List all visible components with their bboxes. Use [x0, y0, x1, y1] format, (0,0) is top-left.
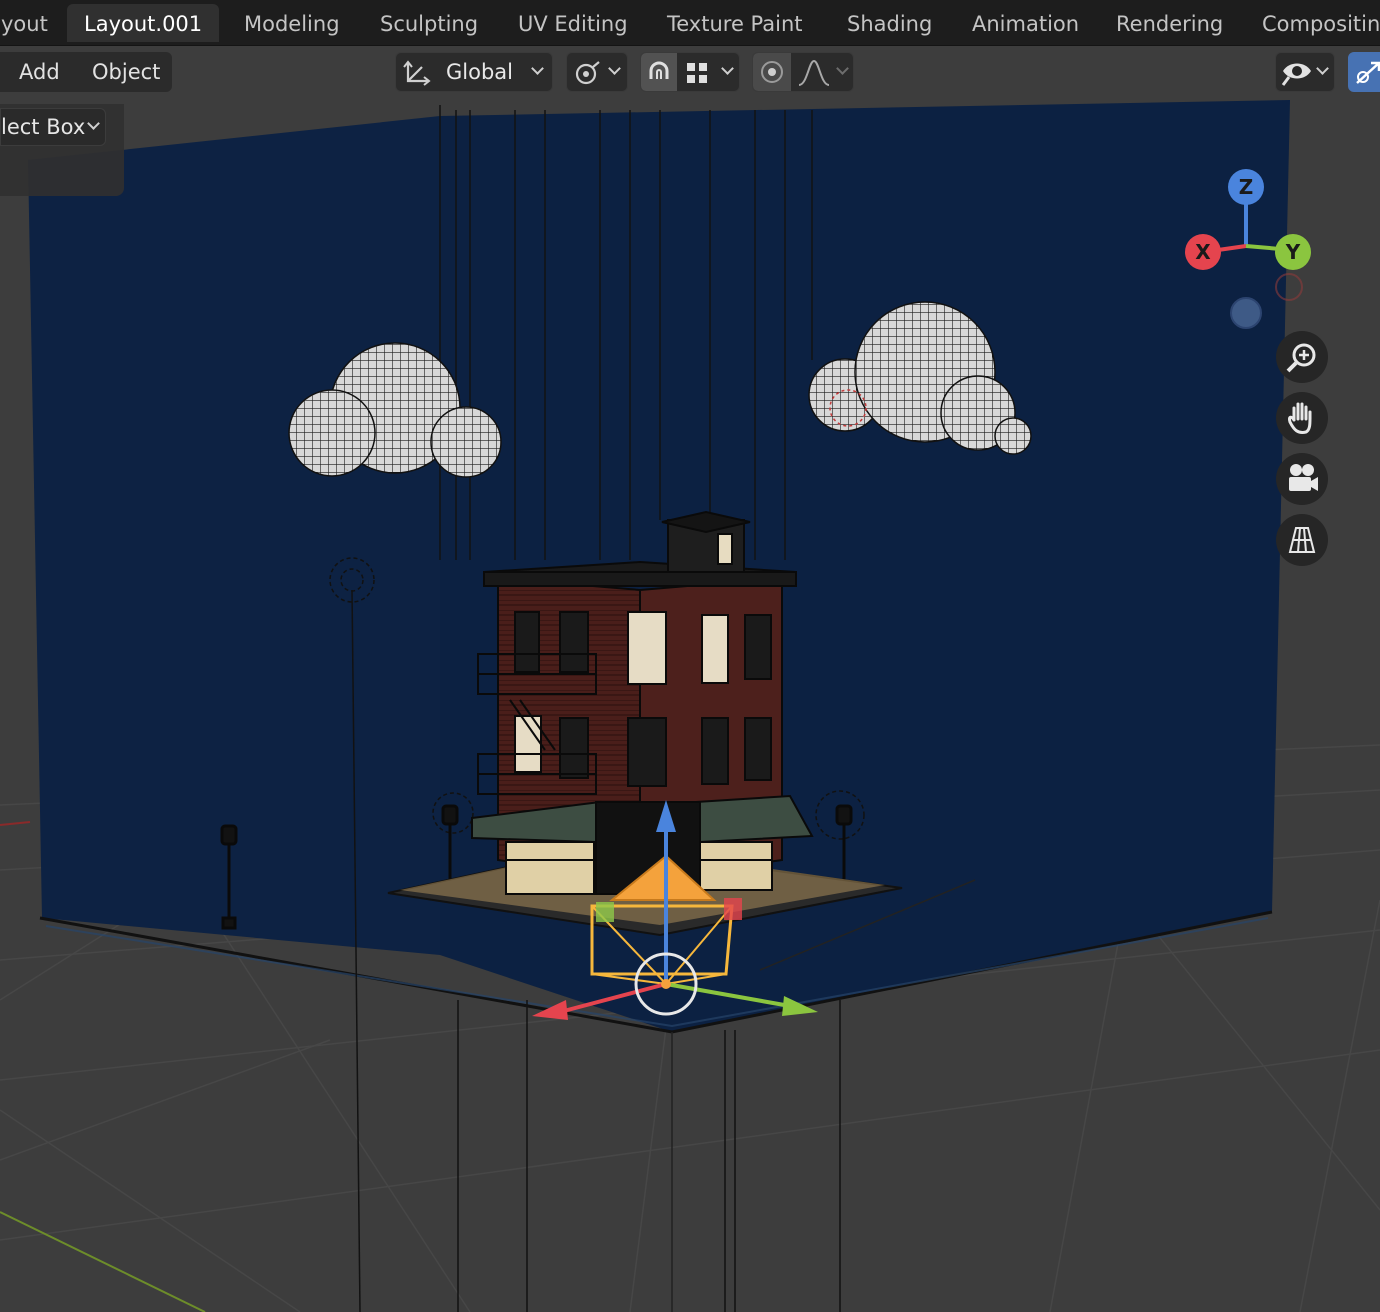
zoom-icon: [1286, 343, 1316, 373]
chevron-down-icon: [721, 62, 734, 75]
object-menu[interactable]: Object: [78, 53, 174, 91]
chevron-down-icon: [836, 62, 849, 75]
add-menu[interactable]: Add: [5, 53, 74, 91]
gizmo-toggle-button[interactable]: [1348, 52, 1380, 92]
falloff-curve-icon[interactable]: [797, 59, 831, 87]
orientation-label: Global: [446, 60, 513, 84]
tab-rendering[interactable]: Rendering: [1099, 4, 1240, 42]
chevron-down-icon: [1316, 62, 1329, 75]
camera-icon: [1289, 464, 1318, 491]
select-mode-label: lect Box: [1, 115, 86, 139]
gizmo-neg-z-axis[interactable]: [1230, 297, 1262, 329]
scene-render: [0, 100, 1380, 1312]
tab-layout[interactable]: yout: [0, 4, 65, 42]
3d-viewport[interactable]: Add Object Global lect Box Z X Y: [0, 47, 1380, 1312]
chevron-down-icon: [608, 62, 621, 75]
hand-icon: [1288, 402, 1312, 434]
pan-button[interactable]: [1276, 392, 1328, 444]
tab-modeling[interactable]: Modeling: [227, 4, 357, 42]
proportional-edit-icon: [761, 61, 783, 83]
building: [471, 510, 814, 895]
eye-visibility-icon: [1281, 63, 1311, 86]
tab-layout-001[interactable]: Layout.001: [67, 4, 220, 42]
snap-increment-icon[interactable]: [685, 61, 711, 85]
grid-perspective-icon: [1288, 527, 1316, 553]
tab-shading[interactable]: Shading: [830, 4, 949, 42]
proportional-toggle[interactable]: [753, 53, 791, 91]
chevron-down-icon: [531, 62, 544, 75]
pivot-dropdown[interactable]: [566, 52, 628, 92]
tab-texture-paint[interactable]: Texture Paint: [650, 4, 820, 42]
proportional-group: [752, 52, 854, 92]
gizmo-toggle-icon: [1356, 61, 1380, 84]
gizmo-z-axis[interactable]: Z: [1228, 169, 1264, 205]
snap-magnet-icon: [649, 61, 669, 79]
viewport-header: Add Object Global: [0, 47, 1380, 97]
workspace-tabs: yout Layout.001 Modeling Sculpting UV Ed…: [0, 0, 1380, 46]
tab-animation[interactable]: Animation: [955, 4, 1096, 42]
gizmo-y-axis[interactable]: Y: [1275, 234, 1311, 270]
chevron-down-icon: [87, 117, 100, 130]
tab-compositing[interactable]: Compositin: [1245, 4, 1380, 42]
x-axis-line: [0, 821, 31, 826]
gizmo-x-axis[interactable]: X: [1185, 234, 1221, 270]
transform-orientation-icon: [403, 60, 431, 86]
orientation-dropdown[interactable]: Global: [395, 52, 553, 92]
pivot-point-icon: [575, 61, 600, 85]
snap-group: [640, 52, 740, 92]
visibility-dropdown[interactable]: [1275, 52, 1335, 92]
zoom-button[interactable]: [1276, 331, 1328, 383]
select-mode-dropdown[interactable]: lect Box: [0, 108, 106, 146]
snap-toggle[interactable]: [641, 53, 677, 91]
tab-sculpting[interactable]: Sculpting: [363, 4, 495, 42]
tool-options-panel: lect Box: [0, 104, 124, 196]
camera-view-button[interactable]: [1276, 453, 1328, 505]
tab-uv-editing[interactable]: UV Editing: [501, 4, 645, 42]
perspective-toggle-button[interactable]: [1276, 514, 1328, 566]
